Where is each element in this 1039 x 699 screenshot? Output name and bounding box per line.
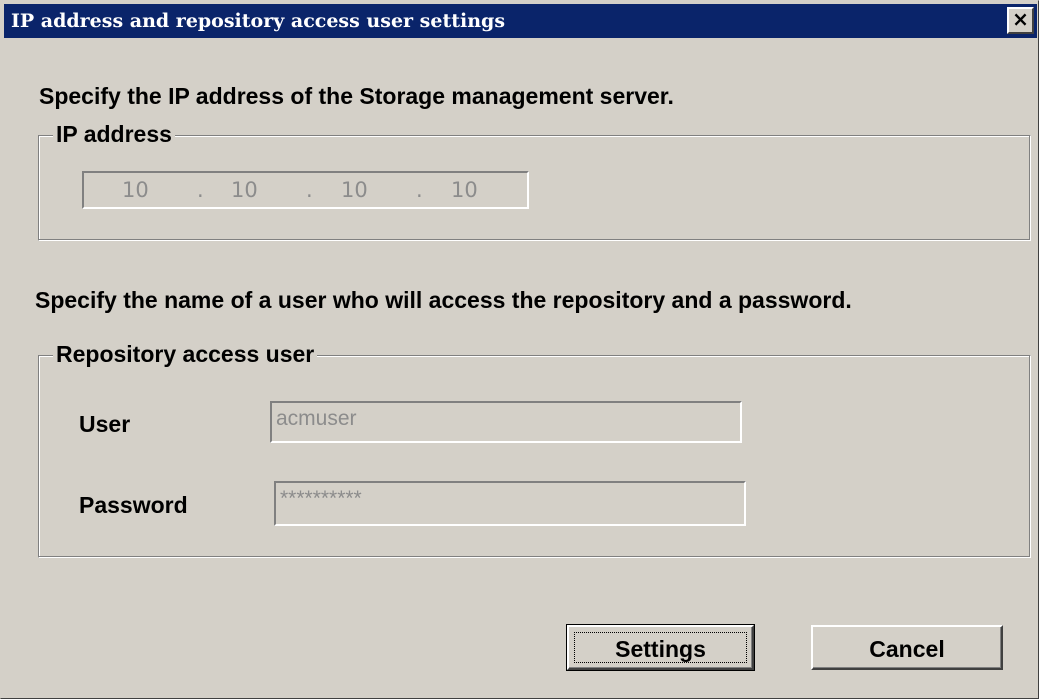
ip-octet-2: 10	[231, 178, 258, 202]
ip-instruction: Specify the IP address of the Storage ma…	[39, 83, 674, 109]
ip-address-field: 10 . 10 . 10 . 10	[82, 171, 529, 209]
title-bar[interactable]: IP address and repository access user se…	[4, 4, 1037, 38]
user-instruction: Specify the name of a user who will acce…	[35, 287, 852, 313]
ip-octet-3: 10	[341, 178, 368, 202]
settings-button-label: Settings	[615, 636, 706, 662]
close-button[interactable]: ×	[1007, 7, 1034, 34]
password-label: Password	[79, 492, 188, 518]
cancel-button-label: Cancel	[869, 636, 945, 662]
ip-separator-3: .	[416, 178, 423, 202]
user-label: User	[79, 411, 131, 437]
ip-octet-4: 10	[451, 178, 478, 202]
repository-user-group-label: Repository access user	[53, 341, 318, 368]
ip-separator-2: .	[306, 178, 313, 202]
user-value: acmuser	[276, 407, 357, 430]
user-field: acmuser	[270, 401, 742, 443]
ip-separator-1: .	[197, 178, 204, 202]
settings-button[interactable]: Settings	[566, 624, 755, 671]
password-field: **********	[274, 481, 746, 526]
window-title: IP address and repository access user se…	[11, 10, 506, 32]
ip-octet-1: 10	[122, 178, 149, 202]
repository-user-group	[38, 355, 1031, 558]
dialog-window: IP address and repository access user se…	[0, 0, 1039, 699]
cancel-button[interactable]: Cancel	[811, 625, 1003, 670]
ip-address-group-label: IP address	[53, 121, 175, 148]
close-icon: ×	[1012, 7, 1029, 31]
password-value: **********	[280, 487, 362, 510]
